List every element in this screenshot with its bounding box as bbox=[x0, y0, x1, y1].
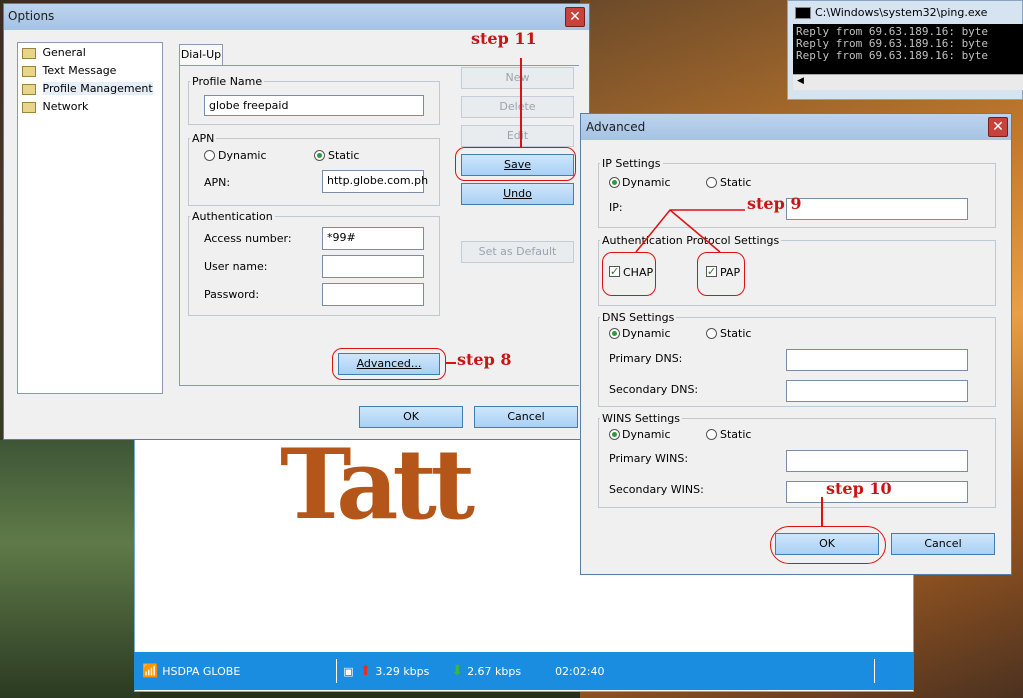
session-timer: 02:02:40 bbox=[555, 664, 605, 678]
step10-connector bbox=[821, 497, 823, 527]
step11-connector bbox=[520, 58, 522, 147]
scroll-left-icon[interactable]: ◀ bbox=[797, 76, 804, 86]
options-ok-button[interactable]: OK bbox=[359, 406, 463, 428]
set-as-default-button[interactable]: Set as Default bbox=[461, 241, 574, 263]
dns-dynamic-label: Dynamic bbox=[622, 327, 671, 340]
ip-input[interactable] bbox=[786, 198, 968, 220]
status-bar: 📶 HSDPA GLOBE ▣ ⬆ 3.29 kbps ⬇ 2.67 kbps … bbox=[134, 652, 914, 690]
folder-icon bbox=[22, 101, 36, 113]
ip-dynamic-label: Dynamic bbox=[622, 176, 671, 189]
options-titlebar[interactable] bbox=[4, 4, 589, 30]
advanced-title: Advanced bbox=[586, 120, 646, 134]
wins-static-label: Static bbox=[720, 428, 752, 441]
folder-icon bbox=[22, 65, 36, 77]
authentication-group-label: Authentication bbox=[190, 210, 275, 223]
ip-static-radio[interactable] bbox=[706, 177, 717, 188]
app-logo: Tatt bbox=[280, 428, 475, 541]
console-icon bbox=[795, 7, 811, 19]
tab-dial-up[interactable]: Dial-Up bbox=[179, 44, 223, 66]
tree-item-general[interactable]: General bbox=[22, 46, 86, 60]
desktop-wallpaper-grass bbox=[0, 440, 140, 698]
wins-dynamic-label: Dynamic bbox=[622, 428, 671, 441]
apn-dynamic-radio[interactable] bbox=[204, 150, 215, 161]
options-title: Options bbox=[8, 9, 55, 23]
options-close-button[interactable]: ✕ bbox=[565, 7, 585, 27]
edit-button[interactable]: Edit bbox=[461, 125, 574, 147]
step10-annotation: step 10 bbox=[826, 479, 892, 498]
console-output: Reply from 69.63.189.16: byte Reply from … bbox=[793, 24, 1023, 74]
step9-connector-lines bbox=[635, 209, 745, 253]
advanced-close-button[interactable]: ✕ bbox=[988, 117, 1008, 137]
tree-item-text-message[interactable]: Text Message bbox=[22, 64, 116, 78]
folder-icon bbox=[22, 47, 36, 59]
apn-static-radio[interactable] bbox=[314, 150, 325, 161]
apn-input[interactable]: http.globe.com.ph bbox=[322, 170, 428, 193]
upload-arrow-icon: ⬆ bbox=[359, 663, 372, 679]
wins-settings-label: WINS Settings bbox=[600, 412, 682, 425]
primary-wins-label: Primary WINS: bbox=[609, 452, 689, 465]
console-horizontal-scrollbar[interactable]: ◀ bbox=[793, 74, 1023, 90]
connection-icon: ▣ bbox=[343, 664, 354, 678]
primary-dns-input[interactable] bbox=[786, 349, 968, 371]
apn-dynamic-label: Dynamic bbox=[218, 149, 267, 162]
console-title: C:\Windows\system32\ping.exe bbox=[795, 6, 987, 19]
undo-button[interactable]: Undo bbox=[461, 183, 574, 205]
apn-label: APN: bbox=[204, 176, 231, 189]
step8-annotation: step 8 bbox=[457, 350, 512, 369]
download-speed: 2.67 kbps bbox=[467, 664, 522, 678]
step10-highlight bbox=[770, 526, 886, 564]
profile-name-input[interactable]: globe freepaid bbox=[204, 95, 424, 116]
separator bbox=[336, 659, 338, 683]
ip-settings-label: IP Settings bbox=[600, 157, 663, 170]
step11-annotation: step 11 bbox=[471, 29, 537, 48]
signal-icon: 📶 bbox=[142, 663, 159, 679]
advanced-titlebar[interactable] bbox=[581, 114, 1011, 140]
apn-group-label: APN bbox=[190, 132, 217, 145]
step8-highlight bbox=[332, 348, 446, 380]
new-button[interactable]: New bbox=[461, 67, 574, 89]
wins-static-radio[interactable] bbox=[706, 429, 717, 440]
secondary-wins-label: Secondary WINS: bbox=[609, 483, 704, 496]
dns-static-radio[interactable] bbox=[706, 328, 717, 339]
access-number-label: Access number: bbox=[204, 232, 292, 245]
open-folder-icon bbox=[22, 83, 36, 95]
upload-speed: 3.29 kbps bbox=[375, 664, 430, 678]
ip-dynamic-radio[interactable] bbox=[609, 177, 620, 188]
delete-button[interactable]: Delete bbox=[461, 96, 574, 118]
profile-name-label: Profile Name bbox=[190, 75, 265, 88]
dns-dynamic-radio[interactable] bbox=[609, 328, 620, 339]
apn-static-label: Static bbox=[328, 149, 360, 162]
secondary-dns-input[interactable] bbox=[786, 380, 968, 402]
tree-item-network[interactable]: Network bbox=[22, 100, 88, 114]
password-label: Password: bbox=[204, 288, 260, 301]
download-arrow-icon: ⬇ bbox=[451, 663, 464, 679]
step9-annotation: step 9 bbox=[747, 194, 802, 213]
ip-static-label: Static bbox=[720, 176, 752, 189]
wins-dynamic-radio[interactable] bbox=[609, 429, 620, 440]
network-label: HSDPA GLOBE bbox=[162, 664, 241, 678]
password-input[interactable] bbox=[322, 283, 424, 306]
user-name-input[interactable] bbox=[322, 255, 424, 278]
step8-connector bbox=[446, 362, 456, 364]
options-cancel-button[interactable]: Cancel bbox=[474, 406, 578, 428]
primary-wins-input[interactable] bbox=[786, 450, 968, 472]
primary-dns-label: Primary DNS: bbox=[609, 352, 683, 365]
step11-highlight bbox=[455, 147, 576, 181]
user-name-label: User name: bbox=[204, 260, 268, 273]
advanced-cancel-button[interactable]: Cancel bbox=[891, 533, 995, 555]
secondary-dns-label: Secondary DNS: bbox=[609, 383, 699, 396]
tree-item-profile-management[interactable]: Profile Management bbox=[22, 82, 153, 96]
dns-settings-label: DNS Settings bbox=[600, 311, 677, 324]
separator bbox=[874, 659, 876, 683]
dns-static-label: Static bbox=[720, 327, 752, 340]
access-number-input[interactable]: *99# bbox=[322, 227, 424, 250]
